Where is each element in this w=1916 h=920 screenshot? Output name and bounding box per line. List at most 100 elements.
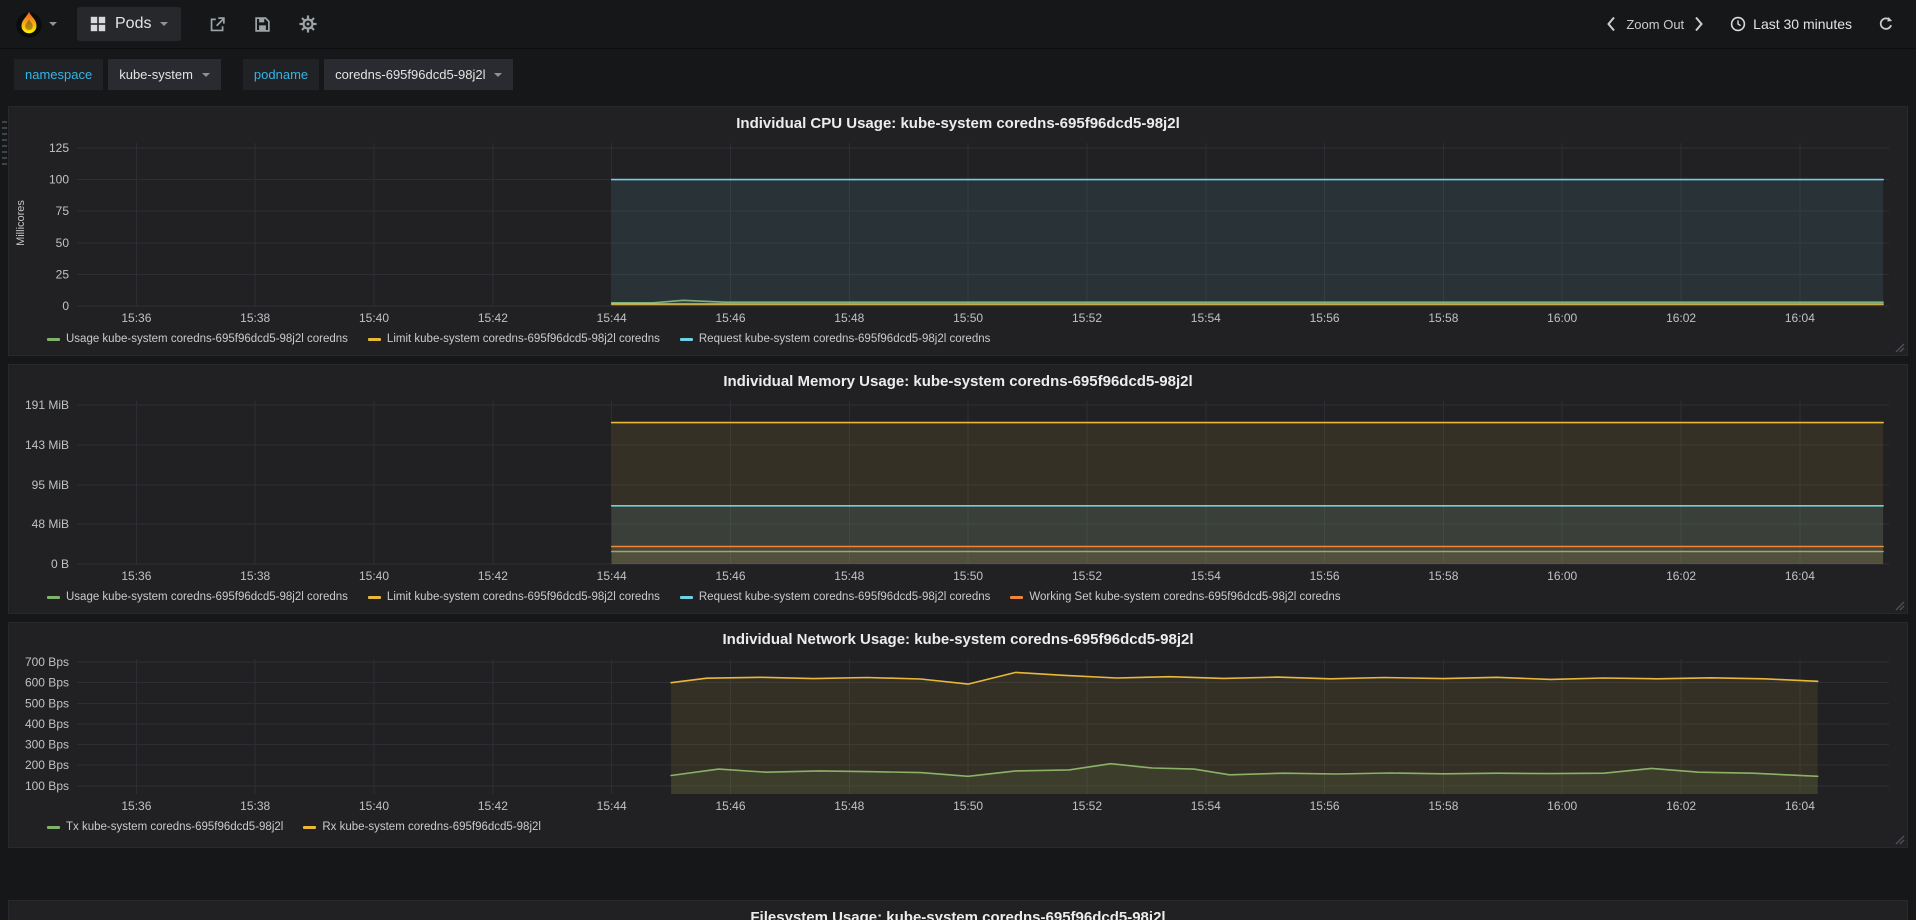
x-tick-label: 16:02 bbox=[1666, 799, 1696, 813]
variable-value-text: coredns-695f96dcd5-98j2l bbox=[335, 67, 486, 82]
legend-series-swatch bbox=[679, 337, 693, 341]
legend-item[interactable]: Limit kube-system coredns-695f96dcd5-98j… bbox=[367, 591, 660, 603]
legend-item[interactable]: Tx kube-system coredns-695f96dcd5-98j2l bbox=[47, 821, 283, 833]
panel-resize-handle[interactable] bbox=[1893, 833, 1905, 845]
variable-podname: podname coredns-695f96dcd5-98j2l bbox=[242, 59, 514, 90]
panel-resize-handle[interactable] bbox=[1893, 341, 1905, 353]
legend-series-swatch bbox=[679, 595, 693, 599]
time-back-button[interactable] bbox=[1606, 16, 1616, 32]
y-tick-label: 100 Bps bbox=[25, 779, 69, 793]
x-tick-label: 15:54 bbox=[1191, 311, 1221, 325]
panel-memory: Individual Memory Usage: kube-system cor… bbox=[8, 364, 1908, 614]
panel-filesystem: Filesystem Usage: kube-system coredns-69… bbox=[8, 900, 1908, 920]
panel-network: Individual Network Usage: kube-system co… bbox=[8, 622, 1908, 848]
time-range-button[interactable]: Last 30 minutes bbox=[1730, 16, 1852, 32]
panel-title-filesystem[interactable]: Filesystem Usage: kube-system coredns-69… bbox=[17, 905, 1899, 920]
legend-series-swatch bbox=[303, 825, 317, 829]
memory-chart[interactable]: 0 B 48 MiB 95 MiB 143 MiB 191 MiB 15:36 15:38 1… bbox=[17, 395, 1899, 585]
legend-series-name: Limit kube-system coredns-695f96dcd5-98j… bbox=[386, 333, 660, 345]
row-spacer bbox=[8, 856, 1908, 900]
y-tick-label: 500 Bps bbox=[25, 696, 69, 710]
navbar: Pods Zoom Out Last 30 minutes bbox=[0, 0, 1916, 49]
y-tick-label: 125 bbox=[49, 141, 69, 155]
refresh-icon bbox=[1879, 16, 1893, 30]
x-tick-label: 15:42 bbox=[478, 311, 508, 325]
y-tick-label: 143 MiB bbox=[25, 438, 69, 452]
variable-label-podname: podname bbox=[242, 59, 320, 90]
dashboard: Individual CPU Usage: kube-system coredn… bbox=[0, 100, 1916, 920]
y-tick-label: 400 Bps bbox=[25, 717, 69, 731]
x-tick-label: 15:48 bbox=[834, 311, 864, 325]
variable-value-podname[interactable]: coredns-695f96dcd5-98j2l bbox=[324, 59, 514, 90]
series-fill-cyan bbox=[611, 179, 1884, 306]
x-tick-label: 15:44 bbox=[597, 569, 627, 583]
x-tick-label: 15:48 bbox=[834, 799, 864, 813]
legend-series-swatch bbox=[47, 825, 60, 829]
legend-item[interactable]: Limit kube-system coredns-695f96dcd5-98j… bbox=[367, 333, 660, 345]
grafana-flame-icon bbox=[16, 11, 42, 38]
panel-title-memory[interactable]: Individual Memory Usage: kube-system cor… bbox=[17, 369, 1899, 395]
y-tick-label: 95 MiB bbox=[32, 478, 69, 492]
dashboard-switcher[interactable]: Pods bbox=[77, 7, 182, 41]
variable-label-namespace: namespace bbox=[14, 59, 104, 90]
variable-namespace: namespace kube-system bbox=[14, 59, 221, 90]
time-range-label: Last 30 minutes bbox=[1753, 16, 1852, 32]
x-tick-label: 15:58 bbox=[1428, 799, 1458, 813]
share-button[interactable] bbox=[209, 16, 226, 33]
zoom-out-button[interactable]: Zoom Out bbox=[1626, 17, 1684, 32]
y-tick-label: 48 MiB bbox=[32, 517, 69, 531]
panel-drag-handle[interactable] bbox=[2, 121, 7, 165]
panel-title-network[interactable]: Individual Network Usage: kube-system co… bbox=[17, 627, 1899, 653]
cpu-chart[interactable]: 0 25 50 75 100 125 15:36 15:38 15:40 15:42 15:44 15… bbox=[17, 137, 1899, 327]
x-tick-label: 15:38 bbox=[240, 799, 270, 813]
legend-item[interactable]: Request kube-system coredns-695f96dcd5-9… bbox=[679, 591, 991, 603]
share-icon bbox=[211, 16, 226, 31]
chart-plot[interactable]: 100 Bps 200 Bps 300 Bps 400 Bps 500 Bps 600 B… bbox=[17, 653, 1899, 815]
chart-plot[interactable]: 0 B 48 MiB 95 MiB 143 MiB 191 MiB 15:36 15:38 1… bbox=[17, 395, 1899, 585]
x-tick-label: 15:52 bbox=[1072, 569, 1102, 583]
legend-series-swatch bbox=[47, 337, 60, 341]
legend-series-swatch bbox=[367, 337, 381, 341]
x-tick-label: 15:48 bbox=[834, 569, 864, 583]
grafana-logo-button[interactable] bbox=[0, 0, 69, 48]
legend-series-swatch bbox=[1010, 595, 1024, 599]
legend-series-swatch bbox=[47, 595, 60, 599]
legend-item[interactable]: Request kube-system coredns-695f96dcd5-9… bbox=[679, 333, 990, 345]
chart-plot[interactable]: 0 25 50 75 100 125 15:36 15:38 15:40 15:42 15:44 15… bbox=[17, 137, 1899, 327]
x-tick-label: 15:58 bbox=[1428, 311, 1458, 325]
legend-series-name: Request kube-system coredns-695f96dcd5-9… bbox=[698, 591, 991, 603]
settings-button[interactable] bbox=[299, 15, 318, 33]
legend-item[interactable]: Usage kube-system coredns-695f96dcd5-98j… bbox=[47, 333, 348, 345]
x-tick-label: 15:46 bbox=[715, 311, 745, 325]
chevron-right-icon bbox=[1695, 16, 1703, 32]
legend-series-name: Working Set kube-system coredns-695f96dc… bbox=[1029, 591, 1341, 603]
network-chart[interactable]: 100 Bps 200 Bps 300 Bps 400 Bps 500 Bps 600 B… bbox=[17, 653, 1899, 815]
panel-resize-handle[interactable] bbox=[1893, 599, 1905, 611]
legend-item[interactable]: Working Set kube-system coredns-695f96dc… bbox=[1010, 591, 1340, 603]
y-tick-label: 0 bbox=[62, 299, 69, 313]
legend-item[interactable]: Usage kube-system coredns-695f96dcd5-98j… bbox=[47, 591, 348, 603]
x-tick-label: 15:54 bbox=[1191, 569, 1221, 583]
time-forward-button[interactable] bbox=[1694, 16, 1704, 32]
legend-item[interactable]: Rx kube-system coredns-695f96dcd5-98j2l bbox=[303, 821, 541, 833]
x-tick-label: 15:40 bbox=[359, 799, 389, 813]
variable-value-namespace[interactable]: kube-system bbox=[108, 59, 221, 90]
x-tick-label: 16:00 bbox=[1547, 799, 1577, 813]
legend-series-name: Limit kube-system coredns-695f96dcd5-98j… bbox=[386, 591, 660, 603]
x-tick-label: 15:56 bbox=[1310, 799, 1340, 813]
logo-caret-icon bbox=[49, 22, 57, 26]
x-tick-label: 15:50 bbox=[953, 799, 983, 813]
save-icon bbox=[255, 16, 271, 32]
time-controls: Zoom Out Last 30 minutes bbox=[1606, 16, 1894, 32]
network-legend: Tx kube-system coredns-695f96dcd5-98j2l R… bbox=[17, 815, 1899, 839]
refresh-button[interactable] bbox=[1878, 16, 1894, 32]
legend-series-swatch bbox=[367, 595, 381, 599]
save-button[interactable] bbox=[254, 16, 271, 33]
x-tick-label: 16:02 bbox=[1666, 569, 1696, 583]
dashboards-grid-icon bbox=[90, 16, 106, 32]
x-tick-label: 15:44 bbox=[597, 799, 627, 813]
chevron-down-icon bbox=[494, 72, 503, 77]
cpu-legend: Usage kube-system coredns-695f96dcd5-98j… bbox=[17, 327, 1899, 351]
panel-title-cpu[interactable]: Individual CPU Usage: kube-system coredn… bbox=[17, 111, 1899, 137]
x-tick-label: 15:54 bbox=[1191, 799, 1221, 813]
